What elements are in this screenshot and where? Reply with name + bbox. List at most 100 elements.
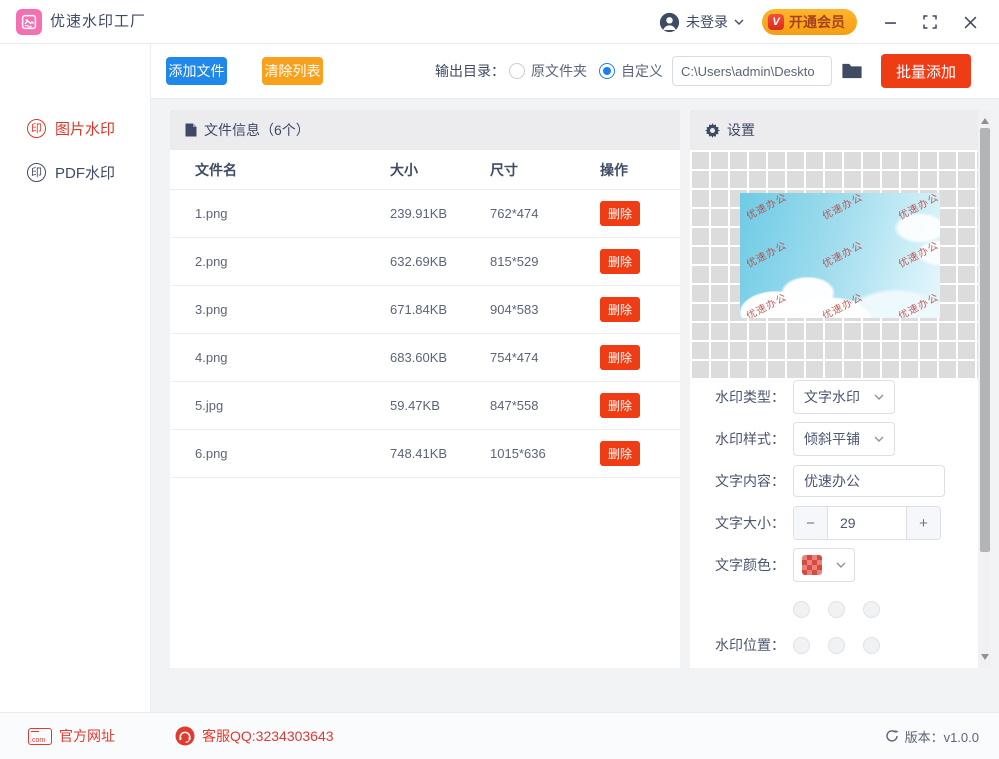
settings-panel-title: 设置 xyxy=(727,120,755,140)
position-radio[interactable] xyxy=(828,601,845,618)
watermark-text: 优速办公 xyxy=(819,236,865,270)
position-radio[interactable] xyxy=(863,601,880,618)
close-button[interactable] xyxy=(955,7,985,37)
chevron-down-icon xyxy=(734,19,744,25)
color-swatch-icon xyxy=(802,555,822,575)
browse-folder-button[interactable] xyxy=(839,58,865,84)
col-filename: 文件名 xyxy=(170,160,390,180)
file-info-panel: 文件信息（6个） 文件名 大小 尺寸 操作 1.png 239.91KB 762… xyxy=(170,110,680,668)
decrease-button[interactable]: − xyxy=(794,507,828,539)
delete-button[interactable]: 删除 xyxy=(600,249,640,274)
minimize-button[interactable] xyxy=(875,7,905,37)
watermark-text: 优速办公 xyxy=(743,289,789,318)
customer-service-icon xyxy=(175,726,195,746)
text-size-value[interactable]: 29 xyxy=(828,507,906,539)
login-menu[interactable]: 未登录 xyxy=(659,12,744,33)
cell-filename: 6.png xyxy=(170,446,390,461)
cell-filename: 2.png xyxy=(170,254,390,269)
watermark-preview-image: 优速办公 优速办公 优速办公 优速办公 优速办公 优速办公 优速办公 优速办公 … xyxy=(740,193,940,318)
refresh-icon[interactable] xyxy=(885,729,899,743)
cell-size: 671.84KB xyxy=(390,302,490,317)
support-qq-link[interactable]: 客服QQ:3234303643 xyxy=(175,726,334,746)
output-path-input[interactable] xyxy=(672,56,832,86)
scroll-up-icon[interactable] xyxy=(981,118,989,124)
watermark-type-label: 水印类型： xyxy=(690,387,785,407)
table-row: 2.png 632.69KB 815*529 删除 xyxy=(170,238,680,286)
clear-list-button[interactable]: 清除列表 xyxy=(262,57,323,85)
position-row-middle: 水印位置： xyxy=(690,628,898,662)
text-color-picker[interactable] xyxy=(793,548,855,582)
stamp-icon: 印 xyxy=(27,119,46,138)
table-header: 文件名 大小 尺寸 操作 xyxy=(170,150,680,190)
app-logo-icon xyxy=(16,9,42,35)
scrollbar-thumb[interactable] xyxy=(980,128,990,552)
position-radio[interactable] xyxy=(863,637,880,654)
table-row: 5.jpg 59.47KB 847*558 删除 xyxy=(170,382,680,430)
main-content: 文件信息（6个） 文件名 大小 尺寸 操作 1.png 239.91KB 762… xyxy=(151,99,999,712)
table-row: 3.png 671.84KB 904*583 删除 xyxy=(170,286,680,334)
watermark-style-label: 水印样式： xyxy=(690,429,785,449)
delete-button[interactable]: 删除 xyxy=(600,441,640,466)
col-size: 大小 xyxy=(390,160,490,180)
watermark-text: 优速办公 xyxy=(819,289,865,318)
chevron-down-icon xyxy=(836,562,846,568)
position-radio[interactable] xyxy=(793,601,810,618)
sidebar: 印 图片水印 印 PDF水印 xyxy=(0,44,151,712)
chevron-down-icon xyxy=(874,394,884,400)
radio-custom-folder[interactable]: 自定义 xyxy=(599,61,663,81)
text-size-label: 文字大小： xyxy=(690,513,785,533)
sidebar-item-label: 图片水印 xyxy=(55,118,115,139)
watermark-text: 优速办公 xyxy=(895,193,940,222)
cell-size: 59.47KB xyxy=(390,398,490,413)
user-avatar-icon xyxy=(659,12,680,33)
radio-icon-checked[interactable] xyxy=(599,63,615,79)
toolbar: 添加文件 清除列表 输出目录： 原文件夹 自定义 批量添加 xyxy=(151,44,999,99)
text-size-stepper: − 29 + xyxy=(793,506,941,540)
open-vip-button[interactable]: V 开通会员 xyxy=(762,9,857,35)
batch-add-button[interactable]: 批量添加 xyxy=(881,54,971,88)
maximize-button[interactable] xyxy=(915,7,945,37)
official-site-link[interactable]: .com 官方网址 xyxy=(28,726,115,746)
app-title: 优速水印工厂 xyxy=(50,0,146,44)
watermark-style-value: 倾斜平铺 xyxy=(804,429,860,449)
watermark-position-label: 水印位置： xyxy=(690,635,785,655)
position-row-top xyxy=(690,592,898,626)
titlebar-right: 未登录 V 开通会员 xyxy=(659,0,999,44)
table-row: 4.png 683.60KB 754*474 删除 xyxy=(170,334,680,382)
file-panel-header: 文件信息（6个） xyxy=(170,110,680,150)
delete-button[interactable]: 删除 xyxy=(600,393,640,418)
radio-icon[interactable] xyxy=(509,63,525,79)
sidebar-item-pdf-watermark[interactable]: 印 PDF水印 xyxy=(0,150,150,194)
settings-scrollbar[interactable] xyxy=(978,110,991,668)
text-content-label: 文字内容： xyxy=(690,471,785,491)
cell-size: 683.60KB xyxy=(390,350,490,365)
watermark-text: 优速办公 xyxy=(743,193,789,222)
radio-original-folder[interactable]: 原文件夹 xyxy=(509,61,587,81)
footer: .com 官方网址 客服QQ:3234303643 版本：v1.0.0 xyxy=(0,712,999,759)
watermark-text: 优速办公 xyxy=(895,236,940,270)
watermark-type-select[interactable]: 文字水印 xyxy=(793,380,895,414)
position-radio[interactable] xyxy=(828,637,845,654)
position-radio[interactable] xyxy=(793,637,810,654)
radio-original-label: 原文件夹 xyxy=(531,61,587,81)
watermark-type-row: 水印类型： 文字水印 xyxy=(690,380,895,414)
delete-button[interactable]: 删除 xyxy=(600,201,640,226)
settings-panel: 设置 优速办公 优速办公 优速办公 优速办公 优速办公 优速办公 优速办公 优速… xyxy=(690,110,991,668)
cell-dimensions: 1015*636 xyxy=(490,446,600,461)
watermark-style-select[interactable]: 倾斜平铺 xyxy=(793,422,895,456)
text-content-input[interactable] xyxy=(793,465,945,497)
delete-button[interactable]: 删除 xyxy=(600,345,640,370)
increase-button[interactable]: + xyxy=(906,507,940,539)
settings-panel-header: 设置 xyxy=(690,110,991,150)
watermark-text: 优速办公 xyxy=(819,193,865,222)
col-dimensions: 尺寸 xyxy=(490,160,600,180)
text-color-label: 文字颜色： xyxy=(690,555,785,575)
table-row: 6.png 748.41KB 1015*636 删除 xyxy=(170,430,680,478)
scroll-down-icon[interactable] xyxy=(981,654,989,660)
sidebar-item-label: PDF水印 xyxy=(55,162,115,183)
delete-button[interactable]: 删除 xyxy=(600,297,640,322)
add-files-button[interactable]: 添加文件 xyxy=(166,57,227,85)
stamp-icon: 印 xyxy=(27,163,46,182)
sidebar-item-image-watermark[interactable]: 印 图片水印 xyxy=(0,106,150,150)
output-dir-label: 输出目录： xyxy=(435,61,505,81)
